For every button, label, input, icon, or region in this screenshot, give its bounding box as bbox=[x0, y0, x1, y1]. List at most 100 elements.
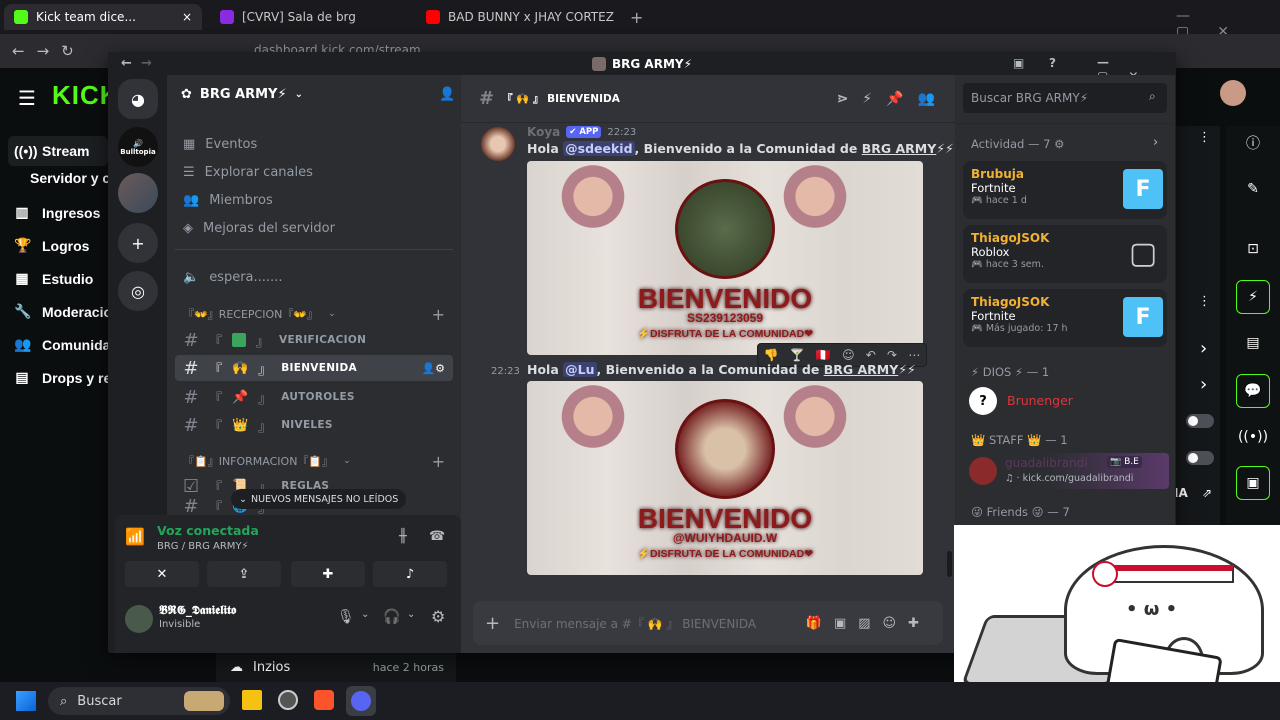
kick-nav-income[interactable]: ▥ Ingresos bbox=[14, 204, 100, 221]
unread-messages-pill[interactable]: ⌄ NUEVOS MENSAJES NO LEÍDOS bbox=[231, 489, 407, 509]
activities-button[interactable]: ✚ bbox=[291, 561, 365, 587]
tab-kick[interactable]: Kick team dice... × bbox=[4, 4, 202, 30]
add-server-icon[interactable]: + bbox=[118, 223, 158, 263]
chevron-down-icon[interactable]: ⌄ bbox=[361, 609, 369, 620]
activity-card[interactable]: ThiagoJSOK Roblox 🎮 hace 3 sem. ▢ bbox=[963, 225, 1167, 283]
chevron-down-icon[interactable]: ⌄ bbox=[407, 609, 415, 620]
message-composer[interactable]: + Enviar mensaje a #『 🙌 』 BIENVENIDA 🎁▣▨… bbox=[473, 601, 943, 645]
activity-card[interactable]: ThiagoJSOK Fortnite 🎮 Más jugado: 17 h F bbox=[963, 289, 1167, 347]
member-name[interactable]: Brunenger bbox=[1007, 393, 1073, 408]
author-name[interactable]: Koya bbox=[527, 125, 560, 139]
user-avatar[interactable] bbox=[125, 605, 153, 633]
noise-icon[interactable]: ╫ bbox=[399, 529, 407, 544]
server-header[interactable]: ✿ BRG ARMY⚡ ⌄ bbox=[181, 87, 303, 102]
settings-gear-icon[interactable]: ⚙ bbox=[431, 607, 445, 626]
add-attachment-icon[interactable]: + bbox=[485, 613, 500, 634]
browser-icon[interactable] bbox=[278, 690, 298, 710]
channel-bienvenida[interactable]: # 『🙌』 BIENVENIDA 👤⚙ bbox=[175, 355, 453, 381]
chat-icon[interactable]: 💬 bbox=[1236, 374, 1270, 408]
user-mention[interactable]: @sdeekid bbox=[563, 141, 635, 156]
avatar[interactable] bbox=[1220, 80, 1246, 106]
kick-nav-achievements[interactable]: 🏆 Logros bbox=[14, 237, 89, 254]
layout-icon[interactable]: ▣ bbox=[1236, 466, 1270, 500]
camera-icon[interactable]: ⊡ bbox=[1236, 232, 1270, 266]
kebab-icon[interactable]: ⋮ bbox=[1198, 294, 1211, 309]
welcome-image[interactable]: BIENVENIDO @WUIYHDAUID.W ⚡DISFRUTA DE LA… bbox=[527, 381, 923, 575]
forward-icon[interactable]: ↷ bbox=[887, 348, 897, 362]
channel-settings-icon[interactable]: 👤⚙ bbox=[421, 362, 453, 375]
scrollbar-thumb[interactable] bbox=[947, 551, 952, 577]
invite-icon[interactable]: 👤 bbox=[439, 87, 455, 102]
taskbar-search[interactable]: ⌕ Buscar bbox=[48, 687, 230, 715]
server-link[interactable]: BRG ARMY bbox=[862, 141, 937, 156]
kick-nav-community[interactable]: 👥 Comunida bbox=[14, 336, 110, 353]
kick-nav-drops[interactable]: ▤ Drops y re bbox=[14, 369, 111, 386]
reaction-icon[interactable]: 🍸 bbox=[790, 348, 805, 362]
broadcast-icon[interactable]: ((•)) bbox=[1236, 420, 1270, 454]
disconnect-icon[interactable]: ☎ bbox=[429, 529, 445, 544]
author-avatar[interactable] bbox=[481, 127, 515, 161]
microphone-icon[interactable]: 🎙 bbox=[337, 609, 355, 625]
menu-server-boosts[interactable]: ◈ Mejoras del servidor bbox=[175, 215, 453, 241]
flag-emoji-icon[interactable]: 🇵🇪 bbox=[816, 348, 831, 362]
chevron-right-icon[interactable]: › bbox=[1200, 338, 1207, 359]
member-row-staff[interactable]: guadalibrandi 📷 B.E ♫ · kick.com/guadali… bbox=[965, 453, 1169, 489]
add-reaction-icon[interactable]: ☺ bbox=[842, 348, 855, 362]
search-input[interactable]: Buscar BRG ARMY⚡ bbox=[963, 83, 1167, 113]
new-tab-button[interactable]: + bbox=[620, 4, 644, 30]
user-mention[interactable]: @Lu bbox=[563, 362, 597, 377]
pencil-icon[interactable]: ✎ bbox=[1236, 172, 1270, 206]
kick-nav-moderation[interactable]: 🔧 Moderacio bbox=[14, 303, 112, 320]
close-tab-icon[interactable]: × bbox=[182, 10, 192, 24]
external-link-icon[interactable]: ⇗ bbox=[1202, 486, 1212, 500]
document-icon[interactable]: ▤ bbox=[1236, 326, 1270, 360]
menu-explore-channels[interactable]: ☰ Explorar canales bbox=[175, 159, 453, 185]
kick-bottom-item[interactable]: ☁ Inzios hace 2 horas bbox=[216, 650, 456, 684]
info-icon[interactable]: ⓘ bbox=[1236, 126, 1270, 160]
welcome-image[interactable]: BIENVENIDO SS239123059 ⚡DISFRUTA DE LA C… bbox=[527, 161, 923, 355]
brave-icon[interactable] bbox=[314, 690, 334, 710]
discord-taskbar-icon[interactable] bbox=[346, 686, 376, 716]
headphones-icon[interactable]: 🎧 bbox=[383, 609, 400, 625]
menu-members[interactable]: 👥 Miembros bbox=[175, 187, 453, 213]
composer-tool-icons[interactable]: 🎁▣▨☺✚ bbox=[806, 616, 931, 631]
category-informacion[interactable]: 『📋』INFORMACION『📋』 ⌄ + bbox=[175, 448, 453, 474]
reply-icon[interactable]: ↶ bbox=[866, 348, 876, 362]
channel-verificacion[interactable]: # 『』 VERIFICACION bbox=[175, 327, 453, 353]
tab-cvrv[interactable]: [CVRV] Sala de brg bbox=[210, 4, 410, 30]
add-channel-icon[interactable]: + bbox=[432, 452, 453, 471]
back-arrow-icon[interactable]: ← bbox=[121, 56, 132, 71]
voice-channel-espera[interactable]: 🔈 espera....... bbox=[175, 264, 453, 290]
activity-card[interactable]: Brubuja Fortnite 🎮 hace 1 d F bbox=[963, 161, 1167, 219]
server-brg-army[interactable] bbox=[118, 173, 158, 213]
more-icon[interactable]: ⋯ bbox=[908, 348, 920, 362]
add-channel-icon[interactable]: + bbox=[432, 305, 453, 324]
kick-nav-server[interactable]: Servidor y c bbox=[30, 170, 110, 186]
kick-nav-stream[interactable]: ((•)) Stream bbox=[8, 136, 108, 166]
header-tool-icons[interactable]: ⋗⚡📌👥 bbox=[837, 91, 955, 107]
kebab-icon[interactable]: ⋮ bbox=[1198, 130, 1211, 145]
server-link[interactable]: BRG ARMY bbox=[824, 362, 899, 377]
chevron-right-icon[interactable]: › bbox=[1200, 374, 1207, 395]
explore-icon[interactable]: ◎ bbox=[118, 271, 158, 311]
windows-start-icon[interactable] bbox=[16, 691, 36, 711]
server-bulltopia[interactable]: 🔊 Bulltopia bbox=[118, 127, 158, 167]
inbox-icon[interactable]: ▣ bbox=[1013, 56, 1024, 70]
kick-nav-studio[interactable]: ▦ Estudio bbox=[14, 270, 93, 287]
tab-youtube[interactable]: BAD BUNNY x JHAY CORTEZ - DÁ bbox=[416, 4, 616, 30]
toggle-switch[interactable] bbox=[1186, 451, 1214, 465]
channel-autoroles[interactable]: # 『📌』 AUTOROLES bbox=[175, 384, 453, 410]
chevron-right-icon[interactable]: › bbox=[1153, 135, 1158, 150]
member-avatar[interactable]: ? bbox=[969, 387, 997, 415]
file-explorer-icon[interactable] bbox=[242, 690, 262, 710]
composer-placeholder[interactable]: Enviar mensaje a #『 🙌 』 BIENVENIDA bbox=[514, 615, 756, 632]
menu-events[interactable]: ▦ Eventos bbox=[175, 131, 453, 157]
camera-off-button[interactable]: ✕ bbox=[125, 561, 199, 587]
bolt-icon[interactable]: ⚡ bbox=[1236, 280, 1270, 314]
screen-share-button[interactable]: ⇪ bbox=[207, 561, 281, 587]
nav-buttons[interactable]: ←→↻ bbox=[12, 42, 86, 60]
reaction-icon[interactable]: 👎 bbox=[764, 348, 779, 362]
forward-arrow-icon[interactable]: → bbox=[141, 56, 152, 71]
voice-location[interactable]: BRG / BRG ARMY⚡ bbox=[157, 541, 249, 552]
help-icon[interactable]: ? bbox=[1049, 56, 1056, 70]
